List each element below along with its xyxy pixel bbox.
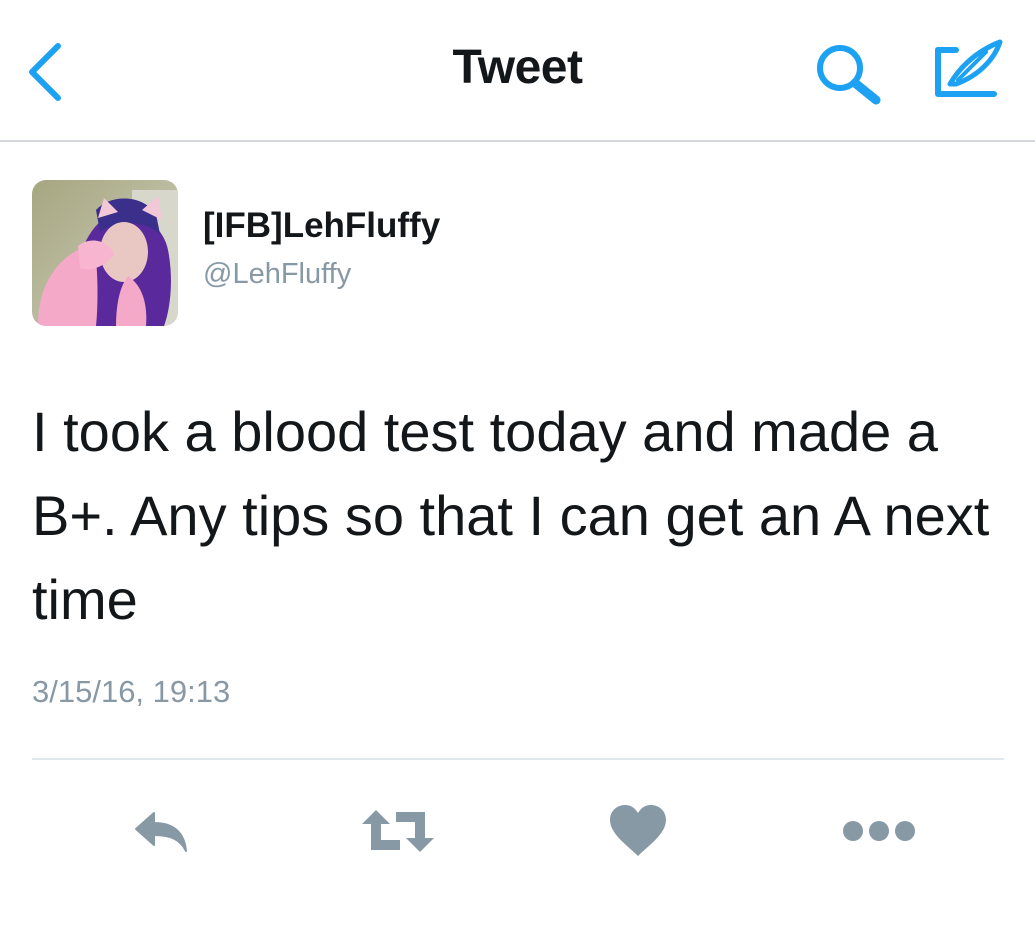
timestamp: 3/15/16, 19:13 [32,674,231,709]
display-name[interactable]: [IFB]LehFluffy [203,206,440,246]
username[interactable]: @LehFluffy [203,258,351,291]
search-button[interactable] [810,40,886,106]
tweet-text: I took a blood test today and made a B+.… [32,400,990,631]
compose-button[interactable] [924,36,1008,104]
nav-bar: Tweet [0,0,1035,142]
avatar[interactable] [32,180,178,326]
retweet-button[interactable] [356,796,440,866]
reply-button[interactable] [120,796,200,866]
more-icon [843,821,915,841]
retweet-icon [362,810,434,852]
like-button[interactable] [600,796,676,866]
more-button[interactable] [836,796,922,866]
reply-icon [135,812,187,852]
search-icon [817,45,881,105]
divider [32,758,1004,760]
profile-photo [32,180,178,326]
compose-icon [935,39,1003,97]
heart-icon [610,805,666,856]
